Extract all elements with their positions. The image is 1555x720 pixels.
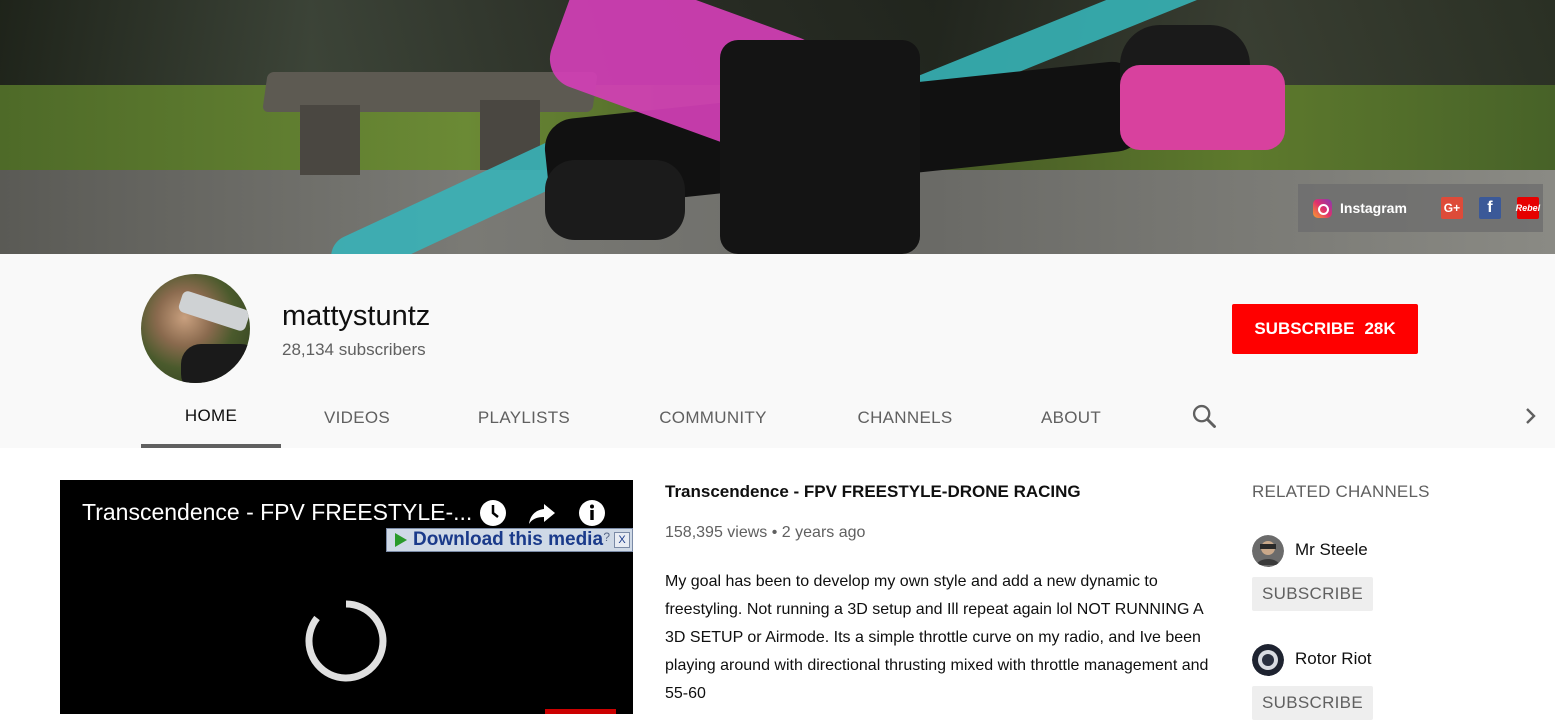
related-channel-avatar[interactable] <box>1252 644 1284 676</box>
channel-tabs: HOME VIDEOS PLAYLISTS COMMUNITY CHANNELS… <box>141 388 1143 448</box>
tab-community[interactable]: COMMUNITY <box>615 388 811 448</box>
instagram-icon[interactable] <box>1313 198 1332 218</box>
channel-avatar[interactable] <box>141 274 250 383</box>
info-icon[interactable] <box>577 498 607 528</box>
upload-age: 2 years ago <box>781 524 866 541</box>
featured-video-title[interactable]: Transcendence - FPV FREESTYLE-DRONE RACI… <box>665 482 1081 502</box>
banner-drone-camera <box>545 160 685 240</box>
channel-name: mattystuntz <box>282 300 431 332</box>
youtube-logo-fragment <box>545 709 616 714</box>
search-icon[interactable] <box>1190 402 1218 430</box>
download-media-bar[interactable]: Download this media ? X <box>386 528 633 552</box>
related-channel-avatar[interactable] <box>1252 535 1284 567</box>
banner-bench-leg <box>300 105 360 175</box>
share-icon[interactable] <box>527 498 557 528</box>
tab-home[interactable]: HOME <box>141 388 281 448</box>
video-player[interactable]: Transcendence - FPV FREESTYLE-... Downlo… <box>60 480 633 714</box>
tab-playlists[interactable]: PLAYLISTS <box>433 388 615 448</box>
facebook-icon[interactable]: f <box>1478 197 1501 219</box>
player-title[interactable]: Transcendence - FPV FREESTYLE-... <box>82 499 472 526</box>
meta-separator: • <box>771 524 782 541</box>
chevron-right-icon[interactable] <box>1518 404 1542 428</box>
featured-video-meta: 158,395 views • 2 years ago <box>665 524 865 542</box>
related-subscribe-button[interactable]: SUBSCRIBE <box>1252 577 1373 611</box>
subscribe-count: 28K <box>1364 319 1396 338</box>
banner-drone-guard <box>1120 65 1285 150</box>
subscribe-label: SUBSCRIBE <box>1254 319 1355 338</box>
google-plus-icon[interactable]: G+ <box>1440 197 1463 219</box>
tab-channels[interactable]: CHANNELS <box>811 388 999 448</box>
related-subscribe-button[interactable]: SUBSCRIBE <box>1252 686 1373 720</box>
related-channel-name[interactable]: Mr Steele <box>1295 540 1368 560</box>
tab-about[interactable]: ABOUT <box>999 388 1143 448</box>
featured-video-description: My goal has been to develop my own style… <box>665 573 1209 702</box>
banner-drone-body <box>720 40 920 254</box>
related-channel-name[interactable]: Rotor Riot <box>1295 649 1372 669</box>
avatar-goggles <box>177 289 250 333</box>
instagram-link[interactable]: Instagram <box>1340 200 1407 216</box>
avatar-shirt <box>181 344 250 383</box>
channel-header: mattystuntz 28,134 subscribers SUBSCRIBE… <box>0 254 1555 448</box>
external-link-icon[interactable]: Rebel <box>1516 197 1540 219</box>
related-channels-heading: RELATED CHANNELS <box>1252 482 1430 501</box>
download-media-label[interactable]: Download this media <box>413 529 603 551</box>
play-icon <box>395 533 407 547</box>
channel-banner: Instagram G+ f Rebel <box>0 0 1555 254</box>
download-help[interactable]: ? <box>603 530 610 544</box>
view-count: 158,395 views <box>665 524 768 541</box>
watch-later-icon[interactable] <box>478 498 508 528</box>
subscribe-button[interactable]: SUBSCRIBE 28K <box>1232 304 1418 354</box>
subscriber-count: 28,134 subscribers <box>282 340 426 359</box>
tab-videos[interactable]: VIDEOS <box>281 388 433 448</box>
loading-spinner-icon <box>305 600 387 682</box>
close-icon[interactable]: X <box>614 532 630 548</box>
channel-links-bar: Instagram G+ f Rebel <box>1298 184 1543 232</box>
